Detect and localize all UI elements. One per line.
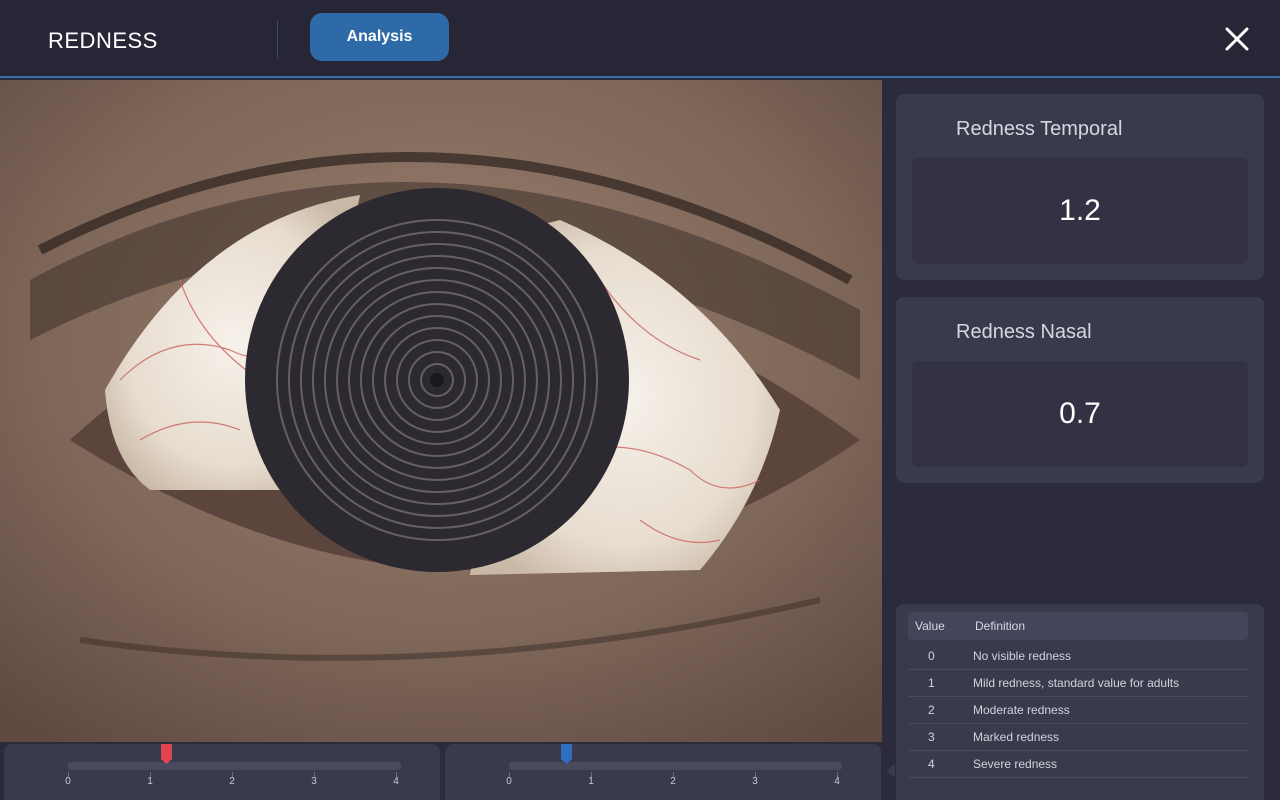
- row-value: 2: [928, 703, 935, 717]
- eye-image: [0, 80, 882, 742]
- nasal-slider-track[interactable]: [509, 762, 842, 770]
- row-value: 3: [928, 730, 935, 744]
- temporal-slider-track[interactable]: [68, 762, 401, 770]
- row-definition: Moderate redness: [973, 703, 1070, 717]
- redness-temporal-card: Redness Temporal 1.2: [896, 94, 1264, 280]
- analysis-button[interactable]: Analysis: [310, 13, 449, 61]
- definition-table: Value Definition 0 No visible redness 1 …: [896, 604, 1264, 800]
- row-value: 1: [928, 676, 935, 690]
- redness-temporal-label: Redness Temporal: [956, 118, 1123, 140]
- header-divider: [277, 20, 278, 58]
- nasal-slider-tick-label: 1: [588, 776, 594, 787]
- nasal-slider-tick-label: 2: [670, 776, 676, 787]
- temporal-slider-tick-label: 3: [311, 776, 317, 787]
- table-header: Value Definition: [908, 612, 1248, 640]
- nasal-slider-tick-label: 3: [752, 776, 758, 787]
- redness-nasal-value: 0.7: [912, 361, 1248, 467]
- header-value: Value: [915, 619, 945, 633]
- nasal-slider-tick-label: 4: [834, 776, 840, 787]
- nasal-slider-marker-icon[interactable]: [560, 744, 572, 764]
- redness-nasal-label: Redness Nasal: [956, 321, 1092, 343]
- close-icon[interactable]: [1222, 24, 1252, 54]
- temporal-slider-tick-label: 0: [65, 776, 71, 787]
- temporal-slider[interactable]: 0 1 2 3 4: [4, 744, 440, 800]
- table-row: 0 No visible redness: [908, 642, 1248, 670]
- row-definition: Mild redness, standard value for adults: [973, 676, 1180, 690]
- row-definition: No visible redness: [973, 649, 1072, 663]
- table-row: 2 Moderate redness: [908, 696, 1248, 724]
- temporal-slider-tick-label: 2: [229, 776, 235, 787]
- row-value: 4: [928, 757, 935, 771]
- redness-temporal-value: 1.2: [912, 158, 1248, 264]
- row-definition: Severe redness: [973, 757, 1058, 771]
- row-value: 0: [928, 649, 935, 663]
- nasal-slider-tick-label: 0: [506, 776, 512, 787]
- redness-nasal-card: Redness Nasal 0.7: [896, 297, 1264, 483]
- table-pointer: [886, 764, 895, 778]
- row-definition: Marked redness: [973, 730, 1060, 744]
- header-definition: Definition: [975, 619, 1026, 633]
- table-row: 4 Severe redness: [908, 750, 1248, 778]
- temporal-slider-marker-icon[interactable]: [160, 744, 172, 764]
- eye-photo: [0, 80, 882, 742]
- nasal-slider[interactable]: 0 1 2 3 4: [445, 744, 881, 800]
- table-row: 3 Marked redness: [908, 723, 1248, 751]
- temporal-slider-tick-label: 4: [393, 776, 399, 787]
- table-row: 1 Mild redness, standard value for adult…: [908, 669, 1248, 697]
- temporal-slider-tick-label: 1: [147, 776, 153, 787]
- top-bar: REDNESS Analysis: [0, 0, 1280, 78]
- page-title: REDNESS: [48, 28, 158, 53]
